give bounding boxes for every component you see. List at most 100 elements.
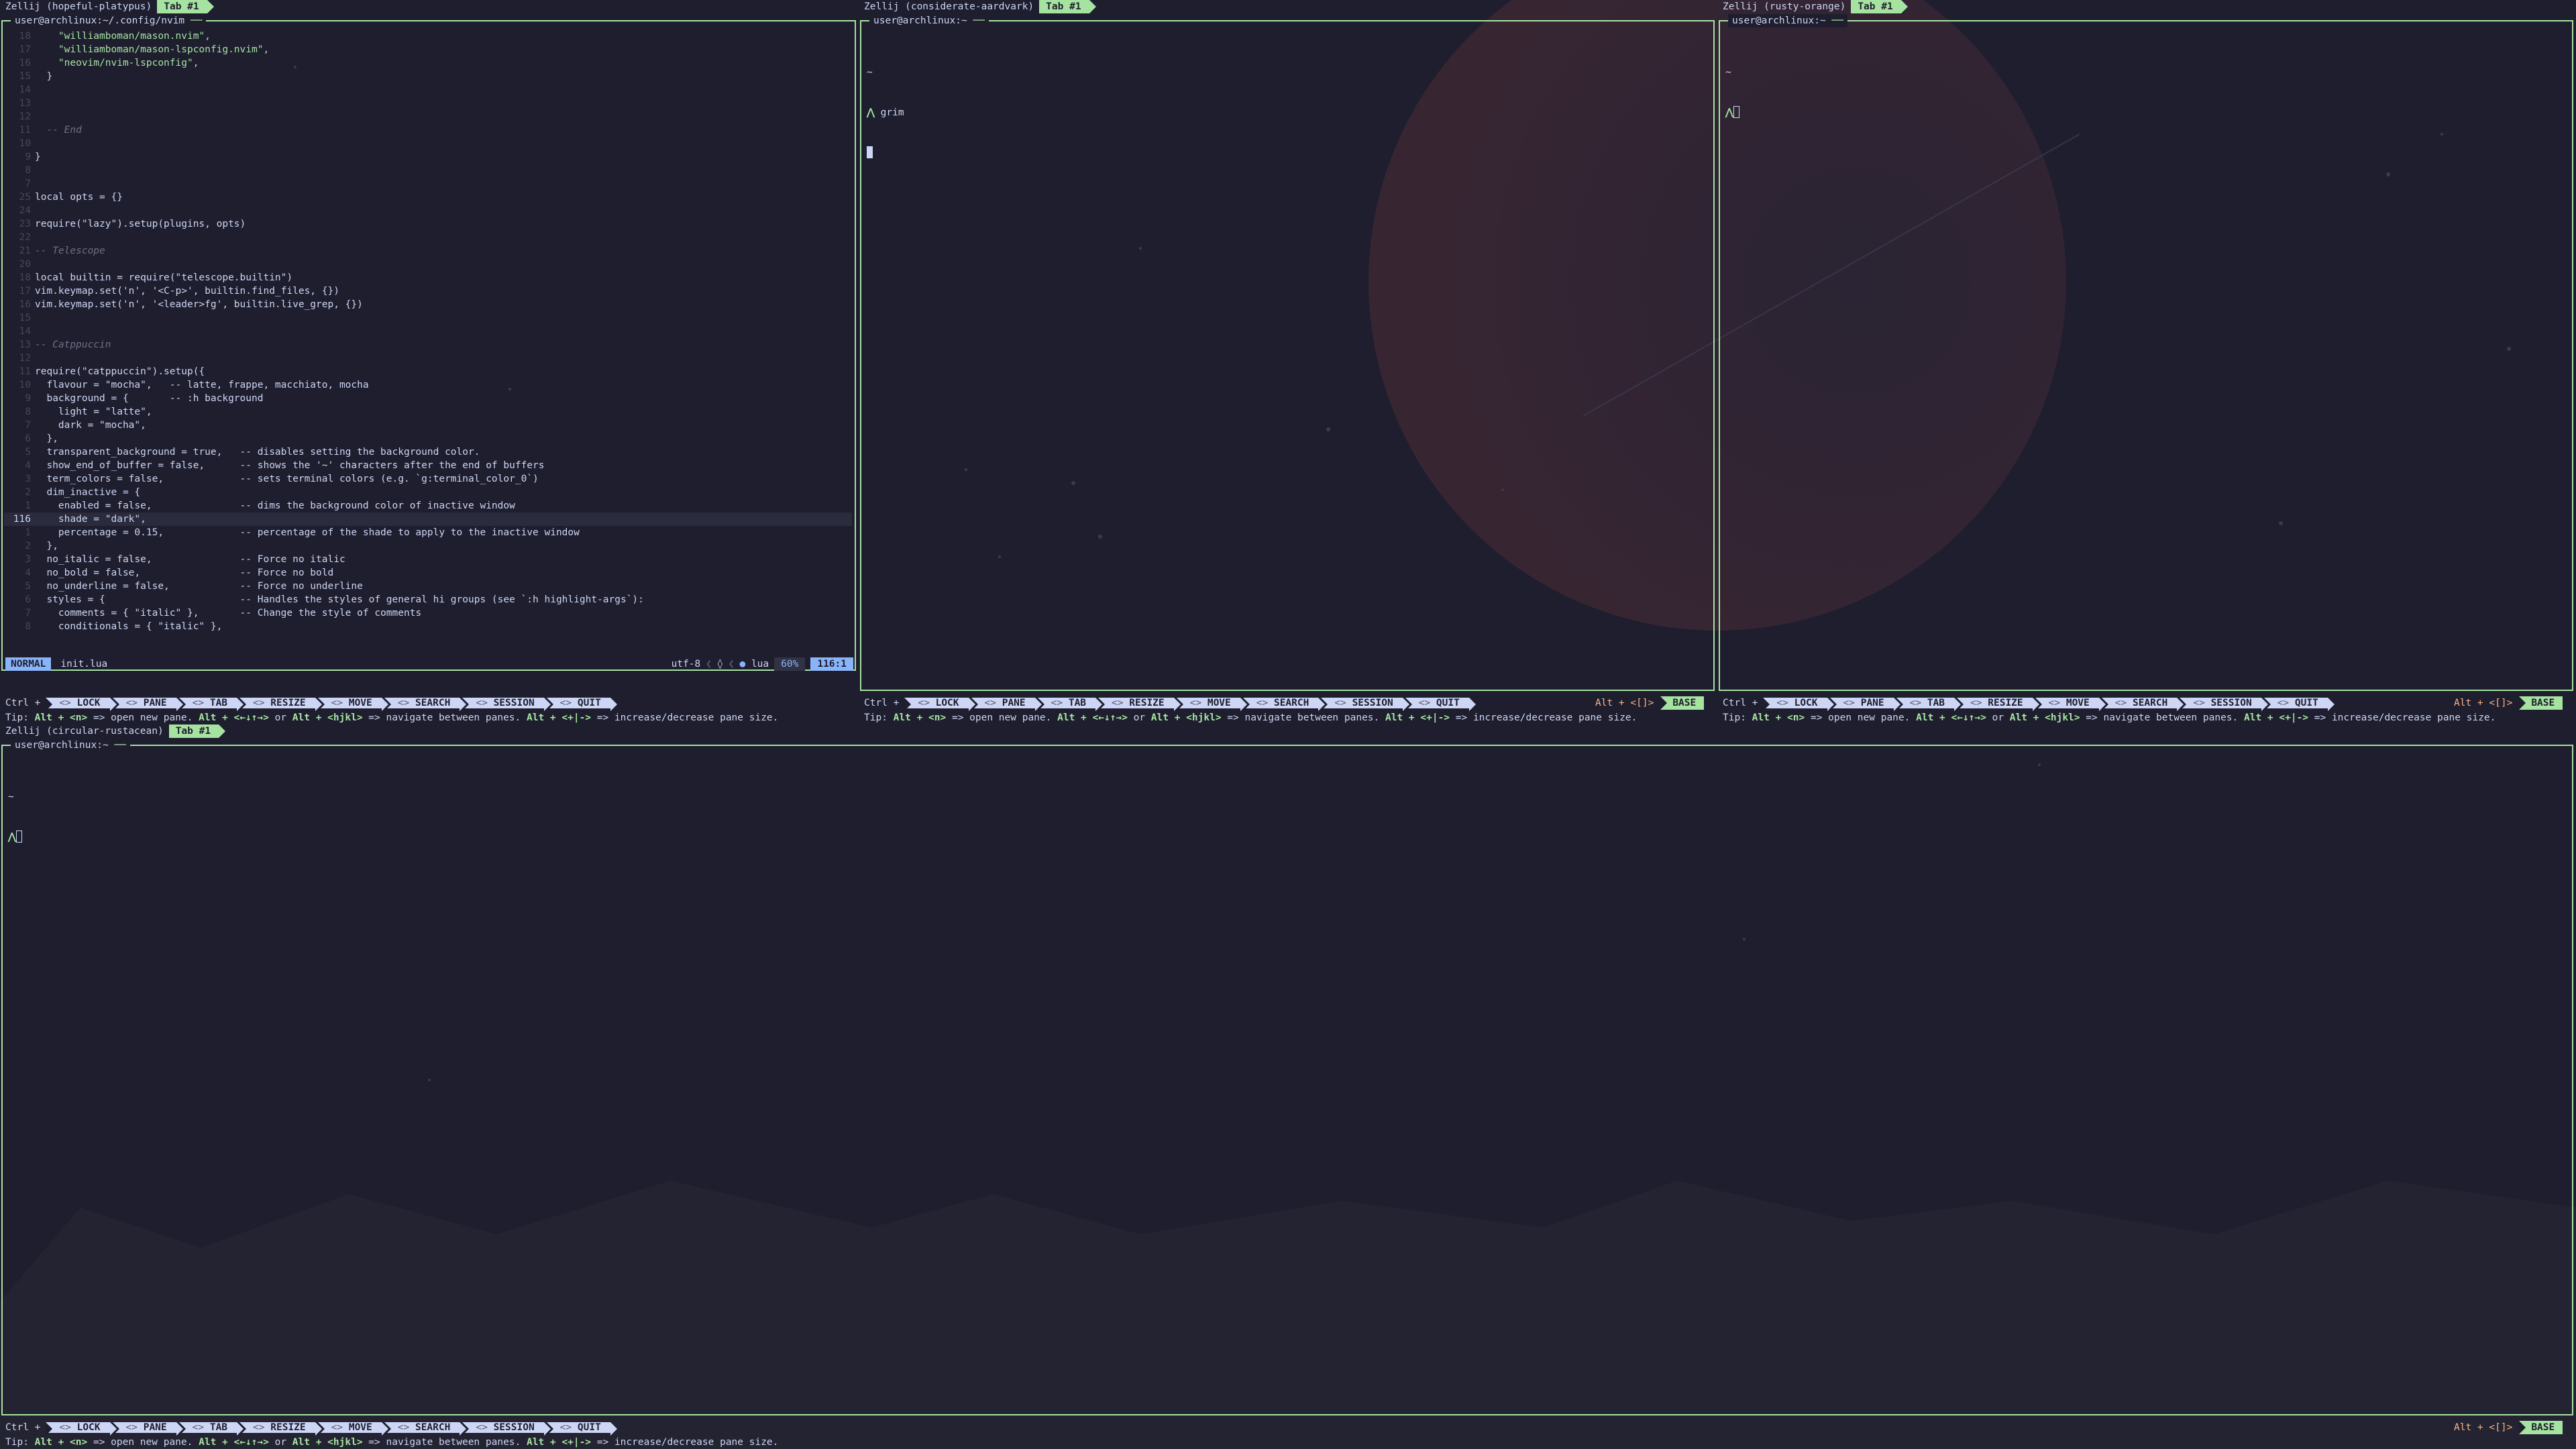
code-line: 16 vim.keymap.set('n', '<leader>fg', buil… — [4, 298, 852, 311]
tip-p2: Alt + <←↓↑→> — [1057, 712, 1128, 723]
keybind-search[interactable]: <> SEARCH — [384, 1422, 460, 1433]
keybind-lock[interactable]: <> LOCK — [46, 1422, 110, 1433]
keybind-lock[interactable]: <> LOCK — [46, 698, 110, 708]
code-line: 2 dim_inactive = { — [4, 486, 852, 499]
keybind-move[interactable]: <> MOVE — [2035, 698, 2099, 708]
keybind-pane[interactable]: <> PANE — [112, 1422, 176, 1433]
tip-p4: Alt + <+|-> — [527, 712, 592, 723]
session-name: Zellij (rusty-orange) — [1723, 1, 1846, 12]
key-hint: <> — [125, 698, 138, 708]
code-line: 1 enabled = false, -- dims the backgroun… — [4, 499, 852, 513]
line-number: 4 — [25, 568, 31, 578]
code-line: 20 — [4, 258, 852, 271]
scroll-percent: 60% — [774, 657, 806, 671]
keybind-resize[interactable]: <> RESIZE — [239, 1422, 315, 1433]
line-number: 14 — [19, 326, 31, 337]
line-number: 24 — [19, 205, 31, 216]
keybind-pane[interactable]: <> PANE — [1829, 698, 1894, 708]
terminal-pane-bottom[interactable]: user@archlinux:~ ── ~ ⋀ — [1, 739, 2573, 1415]
tip-prefix: Tip: — [5, 712, 35, 723]
keybind-session[interactable]: <> SESSION — [462, 698, 544, 708]
line-text: dark = "mocha", — [35, 420, 146, 431]
key-hint: <> — [1843, 698, 1855, 708]
code-line: 22 — [4, 231, 852, 244]
separator-icon: ❮ — [706, 659, 712, 669]
key-label: QUIT — [577, 698, 601, 708]
keybind-tab[interactable]: <> TAB — [178, 1422, 237, 1433]
code-line: 15 } — [4, 70, 852, 83]
line-text: comments = { "italic" }, -- Change the s… — [35, 608, 422, 619]
tab-1[interactable]: Tab #1 — [1039, 0, 1097, 13]
keybind-quit[interactable]: <> QUIT — [546, 698, 610, 708]
keybind-quit[interactable]: <> QUIT — [1405, 698, 1469, 708]
key-label: SESSION — [493, 698, 535, 708]
tab-1[interactable]: Tab #1 — [168, 724, 226, 738]
keybind-search[interactable]: <> SEARCH — [384, 698, 460, 708]
keybind-resize[interactable]: <> RESIZE — [1957, 698, 2033, 708]
keybind-tab[interactable]: <> TAB — [178, 698, 237, 708]
keybind-move[interactable]: <> MOVE — [317, 698, 382, 708]
line-text: "williamboman/mason-lspconfig.nvim", — [35, 44, 270, 55]
key-label: RESIZE — [1129, 698, 1165, 708]
line-text: local opts = {} — [35, 192, 123, 203]
key-hint: <> — [476, 698, 488, 708]
filetype: lua — [751, 659, 769, 669]
keybind-session[interactable]: <> SESSION — [1321, 698, 1403, 708]
keybind-search[interactable]: <> SEARCH — [2101, 698, 2178, 708]
code-line: 1 percentage = 0.15, -- percentage of th… — [4, 526, 852, 539]
line-number: 9 — [25, 152, 31, 162]
tip-p3: Alt + <hjkl> — [2009, 712, 2080, 723]
line-number: 17 — [19, 44, 31, 55]
ctrl-label: Ctrl + — [5, 1422, 41, 1433]
code-line: 5 transparent_background = true, -- disa… — [4, 445, 852, 459]
line-text: transparent_background = true, -- disabl… — [35, 447, 480, 458]
key-hint: <> — [59, 1422, 71, 1433]
keybind-group: <> LOCK <> PANE <> TAB <> RESIZE <> MOVE <> S… — [1763, 696, 2330, 710]
code-line: 11 require("catppuccin").setup({ — [4, 365, 852, 378]
keybind-lock[interactable]: <> LOCK — [904, 698, 969, 708]
line-number: 16 — [19, 299, 31, 310]
keybind-tab[interactable]: <> TAB — [1896, 698, 1955, 708]
tip-p4: Alt + <+|-> — [2244, 712, 2309, 723]
keybind-move[interactable]: <> MOVE — [1176, 698, 1240, 708]
code-line: 10 flavour = "mocha", -- latte, frappe, … — [4, 378, 852, 392]
tip-p1: Alt + <n> — [893, 712, 947, 723]
tip-t4: => increase/decrease pane size. — [2308, 712, 2496, 723]
cursor-position: 116:1 — [810, 657, 853, 671]
line-text: background = { -- :h background — [35, 393, 264, 404]
keybind-move[interactable]: <> MOVE — [317, 1422, 382, 1433]
key-hint: <> — [476, 1422, 488, 1433]
keybind-resize[interactable]: <> RESIZE — [239, 698, 315, 708]
line-number: 14 — [19, 85, 31, 95]
line-text: -- End — [35, 125, 82, 136]
terminal-pane-right[interactable]: user@archlinux:~ ── ~ ⋀ — [1719, 14, 2573, 691]
key-label: LOCK — [1794, 698, 1818, 708]
code-line: 4 no_bold = false, -- Force no bold — [4, 566, 852, 580]
terminal-pane-middle[interactable]: user@archlinux:~ ── ~ ⋀ grim — [860, 14, 1715, 691]
line-number: 1 — [25, 500, 31, 511]
keybind-lock[interactable]: <> LOCK — [1763, 698, 1827, 708]
keybind-tab[interactable]: <> TAB — [1037, 698, 1096, 708]
tab-1[interactable]: Tab #1 — [157, 0, 215, 13]
line-text — [35, 97, 852, 110]
key-hint: <> — [397, 698, 410, 708]
alt-hint: Alt + <[]> — [2454, 1422, 2513, 1433]
keybind-pane[interactable]: <> PANE — [971, 698, 1035, 708]
line-text: }, — [35, 541, 58, 551]
code-line: 8 — [4, 164, 852, 177]
keybind-search[interactable]: <> SEARCH — [1242, 698, 1319, 708]
keybind-quit[interactable]: <> QUIT — [2263, 698, 2328, 708]
keybind-session[interactable]: <> SESSION — [462, 1422, 544, 1433]
keybind-resize[interactable]: <> RESIZE — [1098, 698, 1174, 708]
nvim-pane[interactable]: user@archlinux:~/.config/nvim ── 18 "wil… — [1, 14, 856, 671]
zellij-statusbar-bottom: Ctrl + <> LOCK <> PANE <> TAB <> RESIZE <> M… — [0, 1421, 613, 1434]
line-text: dim_inactive = { — [35, 487, 141, 498]
line-text: } — [35, 71, 53, 82]
keybind-pane[interactable]: <> PANE — [112, 698, 176, 708]
tip-p2: Alt + <←↓↑→> — [199, 1437, 269, 1448]
keybind-quit[interactable]: <> QUIT — [546, 1422, 610, 1433]
nvim-buffer[interactable]: 18 "williamboman/mason.nvim", 17 "william… — [4, 30, 852, 633]
tab-1[interactable]: Tab #1 — [1851, 0, 1909, 13]
keybind-session[interactable]: <> SESSION — [2180, 698, 2261, 708]
alt-hint: Alt + <[]> — [1595, 698, 1654, 708]
